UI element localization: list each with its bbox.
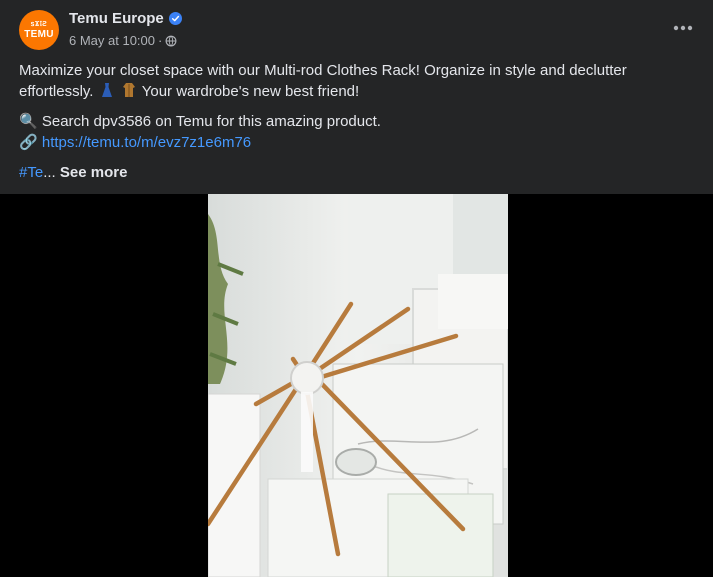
post-text-link-line: 🔗 https://temu.to/m/evz7z1e6m76 [19, 132, 697, 153]
search-emoji: 🔍 [19, 113, 38, 130]
meta-separator: · [158, 33, 163, 48]
page-avatar[interactable]: 𝗌Ϫ𝔩ϩ TEMU [19, 10, 59, 50]
search-text: Search dpv3586 on Temu for this amazing … [41, 113, 381, 130]
hashtag-link[interactable]: #Te [19, 164, 43, 181]
facebook-post: 𝗌Ϫ𝔩ϩ TEMU Temu Europe 6 May at 10:00 · M… [0, 0, 713, 577]
avatar-logo-text: TEMU [24, 28, 54, 40]
post-meta: 6 May at 10:00 · [69, 33, 177, 48]
avatar-logo-glyphs: 𝗌Ϫ𝔩ϩ [30, 20, 48, 28]
dress-emoji [101, 83, 112, 97]
video-player[interactable] [0, 194, 713, 577]
post-text-tagline: Your wardrobe's new best friend! [141, 83, 360, 100]
verified-badge-icon [168, 12, 182, 25]
see-more-button[interactable]: See more [60, 164, 128, 181]
coat-emoji [122, 83, 135, 97]
page-name-row: Temu Europe [69, 10, 182, 27]
post-text-hashtag-line: #Te... See more [19, 162, 697, 183]
post-header: 𝗌Ϫ𝔩ϩ TEMU Temu Europe 6 May at 10:00 · [0, 0, 713, 58]
video-thumbnail-image [208, 194, 508, 577]
more-horizontal-icon [673, 25, 693, 31]
page-name-link[interactable]: Temu Europe [69, 10, 164, 27]
globe-icon[interactable] [165, 35, 177, 47]
ellipsis: ... [43, 164, 56, 181]
link-emoji: 🔗 [19, 134, 38, 151]
post-text-paragraph-1: Maximize your closet space with our Mult… [19, 60, 697, 102]
more-options-button[interactable] [671, 16, 695, 40]
post-text-search-line: 🔍 Search dpv3586 on Temu for this amazin… [19, 111, 697, 132]
post-timestamp[interactable]: 6 May at 10:00 [69, 33, 155, 48]
video-frame[interactable] [208, 194, 508, 577]
product-link[interactable]: https://temu.to/m/evz7z1e6m76 [42, 134, 251, 151]
